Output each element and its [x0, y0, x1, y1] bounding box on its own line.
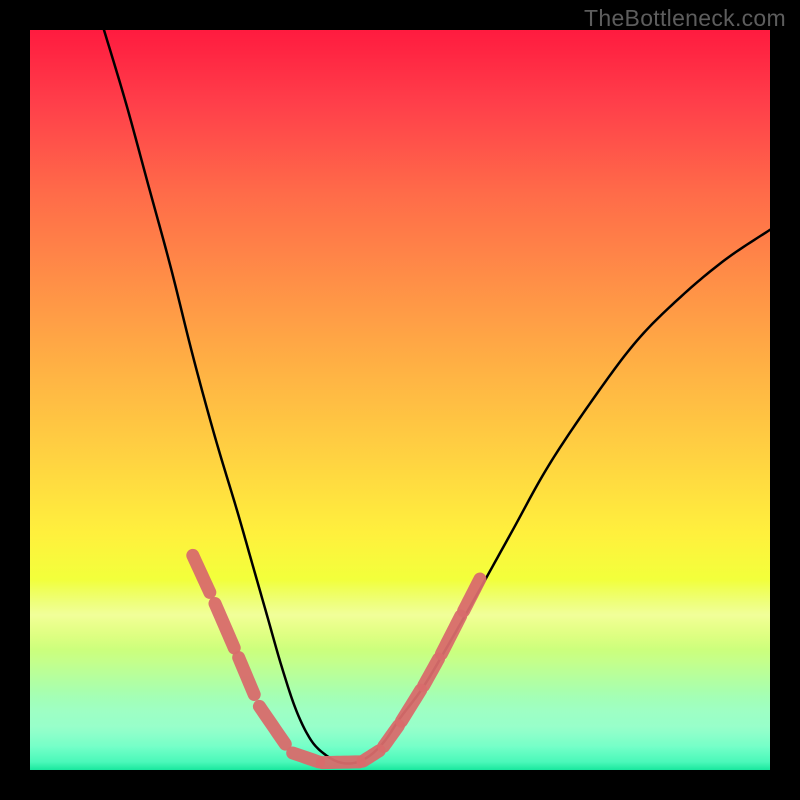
overlay-segment	[363, 751, 379, 761]
overlay-segment	[239, 658, 255, 695]
overlay-segment	[193, 555, 210, 592]
overlay-segment	[401, 690, 420, 721]
overlay-segment	[441, 616, 460, 654]
watermark-text: TheBottleneck.com	[584, 5, 786, 32]
overlay-segment	[215, 604, 234, 648]
overlay-segment	[384, 726, 399, 747]
overlay-segment	[424, 659, 439, 686]
chart-frame: TheBottleneck.com	[0, 0, 800, 800]
overlay-segment	[322, 762, 359, 763]
overlay-segment	[293, 753, 319, 762]
chart-svg	[30, 30, 770, 770]
plot-area	[30, 30, 770, 770]
overlay-segment	[259, 706, 285, 744]
overlay-segment	[464, 579, 480, 611]
